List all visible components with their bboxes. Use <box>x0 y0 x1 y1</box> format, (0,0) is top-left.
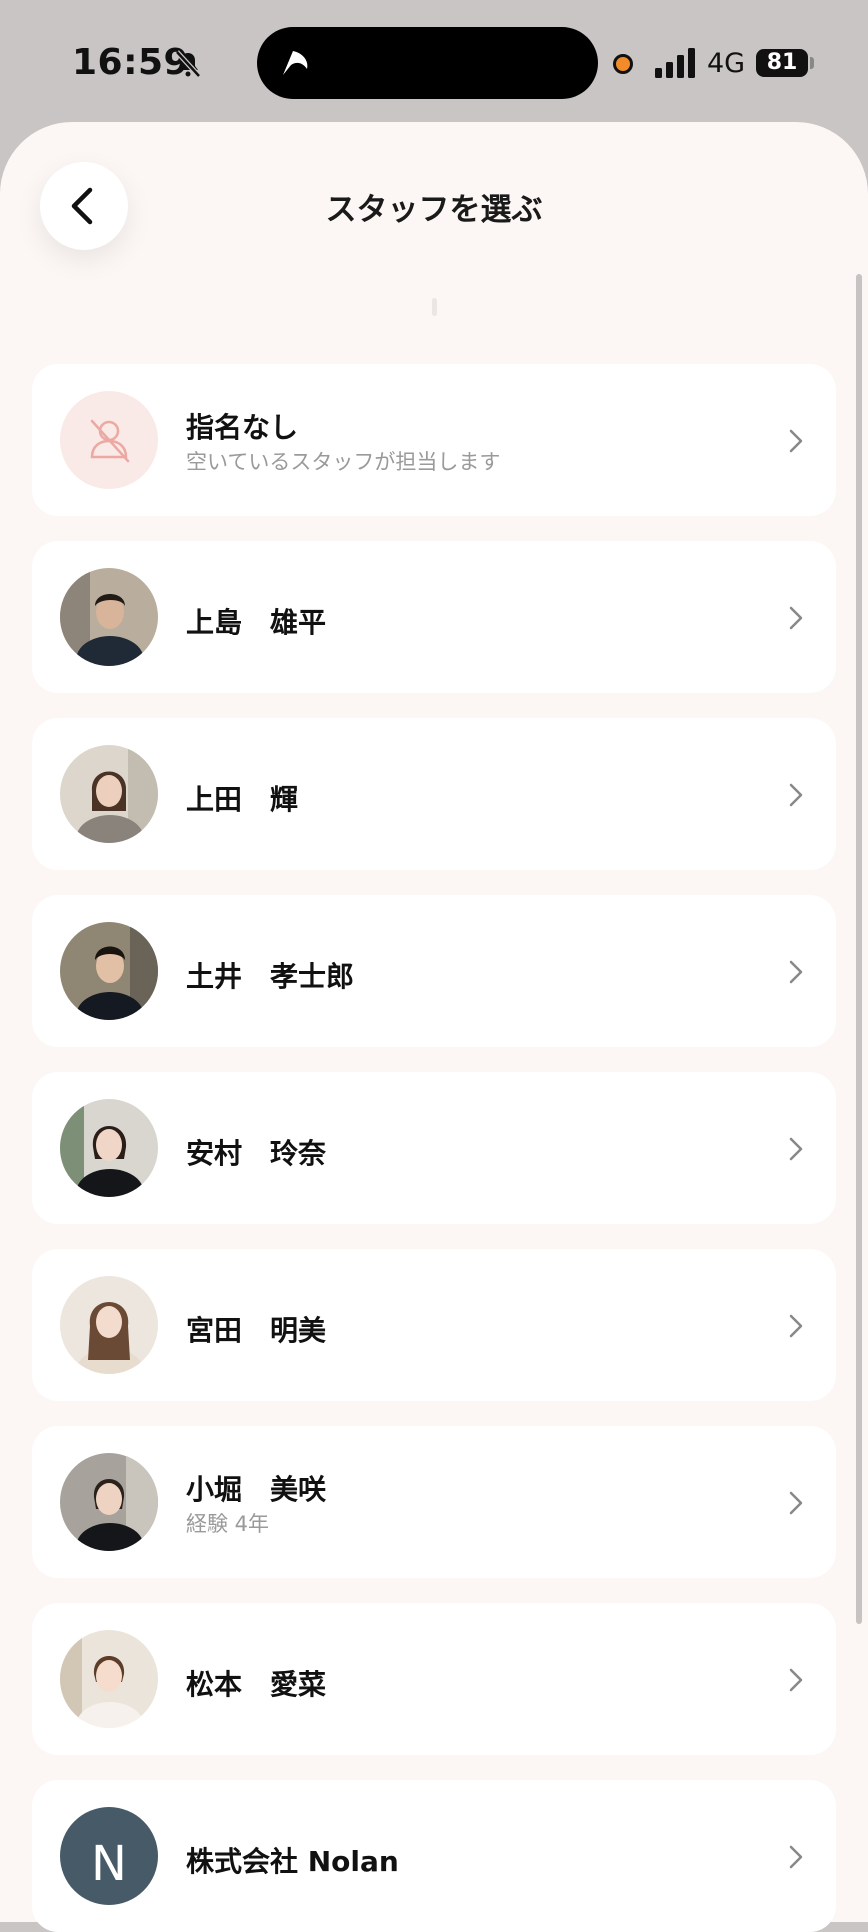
staff-card[interactable]: 松本 愛菜 <box>32 1603 836 1755</box>
chevron-right-icon <box>789 1491 803 1515</box>
avatar <box>60 568 158 666</box>
staff-name: 小堀 美咲 <box>186 1473 327 1506</box>
staff-card[interactable]: 上島 雄平 <box>32 541 836 693</box>
status-bar: 16:59 4G 81 <box>0 0 868 120</box>
staff-card[interactable]: 土井 孝士郎 <box>32 895 836 1047</box>
recording-indicator-icon <box>613 54 633 74</box>
network-type: 4G <box>707 48 746 79</box>
chevron-right-icon <box>789 960 803 984</box>
staff-name: 上田 輝 <box>186 783 299 816</box>
battery-icon: 81 <box>756 49 808 77</box>
staff-subtitle: 経験 4年 <box>186 1512 270 1536</box>
staff-name: 指名なし <box>186 411 299 444</box>
chevron-right-icon <box>789 1845 803 1869</box>
avatar <box>60 1099 158 1197</box>
chevron-right-icon <box>789 1668 803 1692</box>
staff-name: 上島 雄平 <box>186 606 327 639</box>
avatar <box>60 1453 158 1551</box>
staff-name: 宮田 明美 <box>186 1314 327 1347</box>
chevron-right-icon <box>789 429 803 453</box>
status-time: 16:59 <box>72 42 190 83</box>
staff-subtitle: 空いているスタッフが担当します <box>186 450 501 474</box>
avatar <box>60 1630 158 1728</box>
battery-tip <box>810 57 814 69</box>
person-off-icon <box>90 419 130 463</box>
staff-card[interactable]: N 株式会社 Nolan <box>32 1780 836 1932</box>
initial-avatar: N <box>60 1807 158 1905</box>
avatar-initial: N <box>91 1836 127 1892</box>
staff-card[interactable]: 上田 輝 <box>32 718 836 870</box>
app-activity-icon <box>283 51 308 75</box>
chevron-right-icon <box>789 783 803 807</box>
dynamic-island <box>257 27 598 99</box>
staff-card-no-preference[interactable]: 指名なし 空いているスタッフが担当します <box>32 364 836 516</box>
page-title: スタッフを選ぶ <box>325 192 543 228</box>
staff-card[interactable]: 安村 玲奈 <box>32 1072 836 1224</box>
avatar <box>60 1276 158 1374</box>
staff-name: 株式会社 Nolan <box>186 1845 399 1878</box>
staff-card[interactable]: 小堀 美咲 経験 4年 <box>32 1426 836 1578</box>
staff-card[interactable]: 宮田 明美 <box>32 1249 836 1401</box>
no-preference-avatar <box>60 391 158 489</box>
avatar <box>60 922 158 1020</box>
cellular-signal-icon <box>655 48 695 78</box>
bell-off-icon <box>175 50 201 78</box>
avatar <box>60 745 158 843</box>
scrollbar[interactable] <box>856 274 862 1624</box>
staff-name: 土井 孝士郎 <box>186 960 355 993</box>
chevron-right-icon <box>789 1137 803 1161</box>
chevron-right-icon <box>789 1314 803 1338</box>
battery-level: 81 <box>766 50 798 75</box>
chevron-right-icon <box>789 606 803 630</box>
staff-name: 松本 愛菜 <box>186 1668 327 1701</box>
scroll-hint <box>432 298 437 316</box>
staff-name: 安村 玲奈 <box>186 1137 327 1170</box>
